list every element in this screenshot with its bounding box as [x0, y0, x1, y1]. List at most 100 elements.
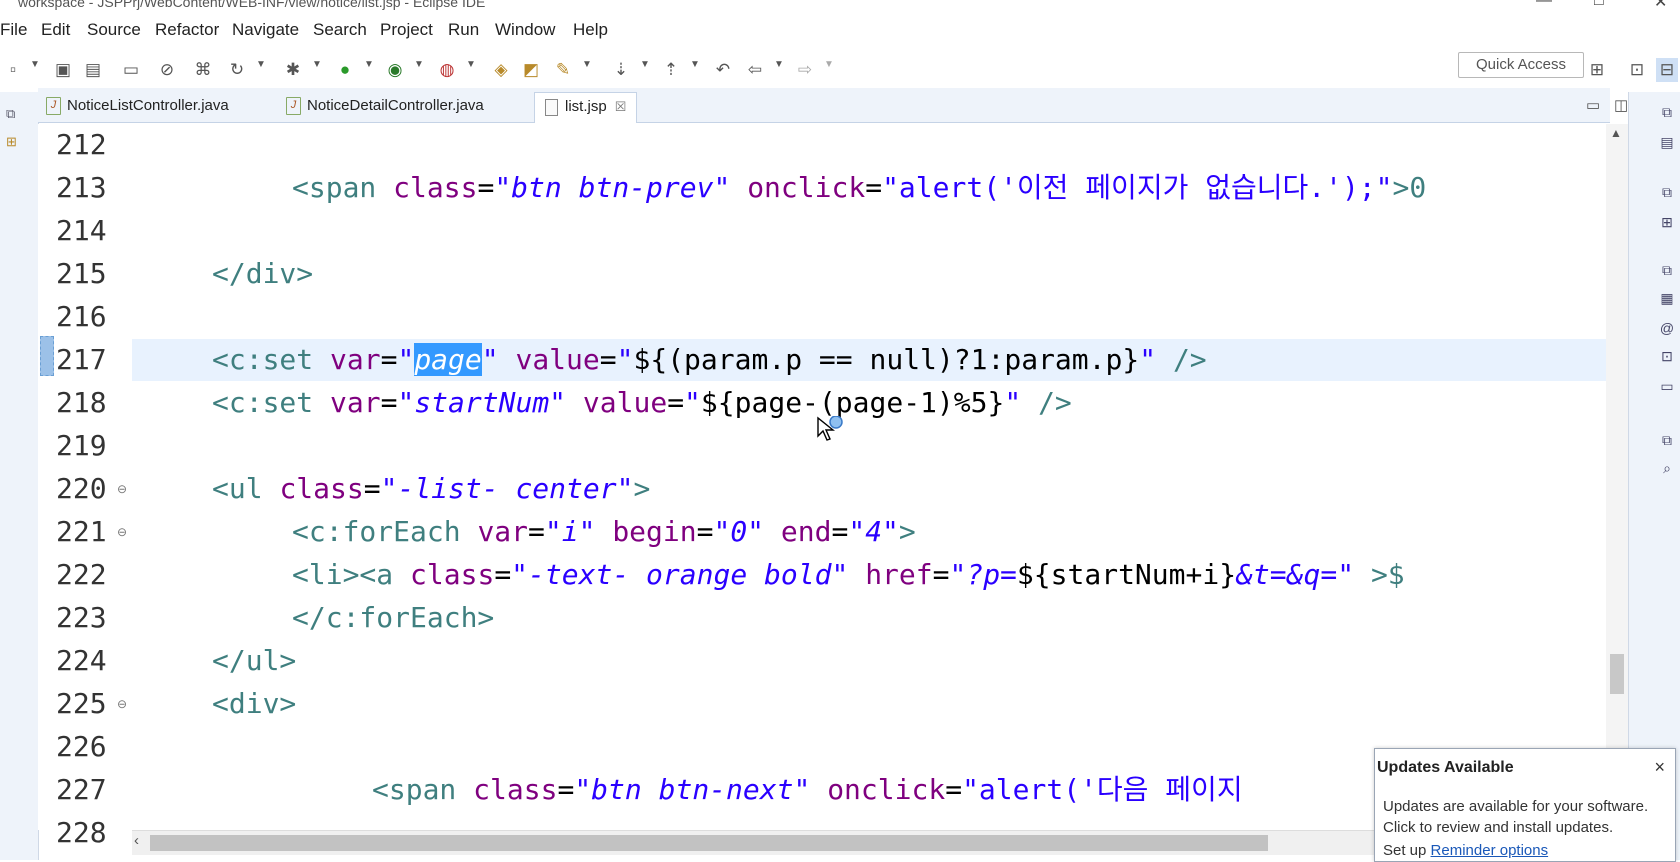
markers-icon[interactable]: ▦	[1658, 290, 1676, 308]
debug-icon[interactable]: ✱	[282, 58, 304, 82]
refresh-icon[interactable]: ↻	[226, 58, 248, 82]
open-type-icon[interactable]: ◈	[490, 58, 512, 82]
fold-toggle-icon[interactable]: ⊖	[117, 482, 127, 496]
terminal-icon[interactable]: ▭	[120, 58, 142, 82]
task-list-icon[interactable]: ▤	[1658, 134, 1676, 152]
chevron-down-icon[interactable]: ▼	[466, 59, 476, 70]
menu-search[interactable]: Search	[313, 20, 367, 40]
editor-tab-bar: J NoticeListController.java J NoticeDetail…	[38, 88, 1610, 123]
menu-window[interactable]: Window	[495, 20, 555, 40]
notification-body[interactable]: Updates are available for your software.…	[1383, 796, 1669, 838]
search-view-icon[interactable]: ⌕	[1658, 460, 1676, 478]
new-icon[interactable]: ▫	[2, 58, 24, 82]
previous-annotation-icon[interactable]: ⇡	[660, 58, 682, 82]
console-icon[interactable]: ▭	[1658, 378, 1676, 396]
menu-file[interactable]: File	[0, 20, 27, 40]
line-number: 214	[56, 214, 107, 247]
forward-icon[interactable]: ⇨	[794, 58, 816, 82]
save-icon[interactable]: ▣	[52, 58, 74, 82]
vertical-scroll-thumb[interactable]	[1610, 654, 1624, 694]
restore-icon[interactable]: ⧉	[1658, 104, 1676, 122]
minimize-icon[interactable]: —	[1536, 0, 1552, 10]
code-line-213: <span class="btn btn-prev" onclick="aler…	[292, 171, 1427, 204]
main-toolbar: ▫ ▼ ▣ ▤ ▭ ⊘ ⌘ ↻ ▼ ✱ ▼ ● ▼ ◉ ▼ ◍ ▼ ◈ ◩ ✎ ▼ ⇣ ▼ ⇡ ▼…	[0, 50, 1680, 92]
menu-source[interactable]: Source	[87, 20, 141, 40]
java-perspective-icon[interactable]: ⊟	[1656, 58, 1678, 82]
tab-list-jsp[interactable]: list.jsp ☒	[534, 92, 638, 123]
code-line-220: <ul class="-list- center">	[212, 472, 651, 505]
left-trim-bar: ⧉ ⊞	[0, 92, 39, 860]
horizontal-scroll-thumb[interactable]	[150, 835, 1268, 851]
maximize-icon[interactable]: □	[1594, 0, 1604, 10]
back-icon[interactable]: ⇦	[744, 58, 766, 82]
maximize-editor-icon[interactable]: ◫	[1614, 96, 1628, 114]
window-title: workspace - JSPPrj/WebContent/WEB-INF/vi…	[18, 0, 486, 10]
chevron-down-icon[interactable]: ▼	[824, 59, 834, 70]
chevron-down-icon[interactable]: ▼	[690, 59, 700, 70]
java-ee-perspective-icon[interactable]: ⊡	[1626, 58, 1648, 82]
restore-icon[interactable]: ⧉	[1658, 184, 1676, 202]
mouse-cursor-icon	[817, 416, 843, 441]
restore-icon[interactable]: ⧉	[6, 106, 15, 122]
open-perspective-icon[interactable]: ⊞	[1586, 58, 1608, 82]
scroll-up-icon[interactable]: ▲	[1610, 126, 1622, 140]
quick-access-input[interactable]: Quick Access	[1458, 52, 1584, 78]
project-explorer-icon[interactable]: ⊞	[6, 134, 17, 150]
line-number: 215	[56, 257, 107, 290]
coverage-icon[interactable]: ◉	[384, 58, 406, 82]
menu-help[interactable]: Help	[573, 20, 608, 40]
open-folder-icon[interactable]: ◩	[520, 58, 542, 82]
line-number: 217	[56, 343, 107, 376]
menu-run[interactable]: Run	[448, 20, 479, 40]
code-line-224: </ul>	[212, 644, 297, 677]
code-editor[interactable]: <span class="btn btn-prev" onclick="aler…	[132, 124, 1606, 830]
chevron-down-icon[interactable]: ▼	[582, 59, 592, 70]
line-number: 226	[56, 730, 107, 763]
vertical-scrollbar[interactable]: ▲	[1606, 124, 1628, 830]
open-task-icon[interactable]: ✎	[552, 58, 574, 82]
build-icon[interactable]: ⌘	[192, 58, 214, 82]
restore-icon[interactable]: ⧉	[1658, 432, 1676, 450]
declaration-icon[interactable]: ⊡	[1658, 348, 1676, 366]
chevron-down-icon[interactable]: ▼	[640, 59, 650, 70]
tab-notice-detail-controller[interactable]: J NoticeDetailController.java	[278, 92, 492, 122]
menu-bar: File Edit Source Refactor Navigate Searc…	[0, 10, 1680, 50]
save-all-icon[interactable]: ▤	[82, 58, 104, 82]
reminder-options-link[interactable]: Reminder options	[1431, 842, 1549, 859]
chevron-down-icon[interactable]: ▼	[364, 59, 374, 70]
scroll-left-icon[interactable]: ‹	[134, 832, 139, 849]
code-line-222: <li><a class="-text- orange bold" href="…	[292, 558, 1405, 591]
line-number: 228	[56, 816, 107, 849]
minimize-editor-icon[interactable]: ▭	[1586, 96, 1600, 114]
close-icon[interactable]: ×	[1654, 757, 1665, 778]
menu-refactor[interactable]: Refactor	[155, 20, 219, 40]
next-annotation-icon[interactable]: ⇣	[610, 58, 632, 82]
tab-label: NoticeDetailController.java	[307, 97, 484, 114]
chevron-down-icon[interactable]: ▼	[30, 59, 40, 70]
code-line-227: <span class="btn btn-next" onclick="aler…	[372, 773, 1243, 806]
menu-project[interactable]: Project	[380, 20, 433, 40]
restore-icon[interactable]: ⧉	[1658, 262, 1676, 280]
menu-navigate[interactable]: Navigate	[232, 20, 299, 40]
fold-toggle-icon[interactable]: ⊖	[117, 525, 127, 539]
line-number: 227	[56, 773, 107, 806]
skip-breakpoints-icon[interactable]: ⊘	[156, 58, 178, 82]
line-number: 223	[56, 601, 107, 634]
line-number: 222	[56, 558, 107, 591]
line-number: 225	[56, 687, 107, 720]
chevron-down-icon[interactable]: ▼	[256, 59, 266, 70]
external-tools-icon[interactable]: ◍	[436, 58, 458, 82]
close-window-icon[interactable]: ✕	[1654, 0, 1667, 10]
run-icon[interactable]: ●	[334, 58, 356, 82]
last-edit-icon[interactable]: ↶	[712, 58, 734, 82]
chevron-down-icon[interactable]: ▼	[414, 59, 424, 70]
chevron-down-icon[interactable]: ▼	[312, 59, 322, 70]
tab-notice-list-controller[interactable]: J NoticeListController.java	[38, 92, 237, 122]
fold-toggle-icon[interactable]: ⊖	[117, 697, 127, 711]
javadoc-icon[interactable]: @	[1658, 320, 1676, 338]
chevron-down-icon[interactable]: ▼	[774, 59, 784, 70]
menu-edit[interactable]: Edit	[41, 20, 70, 40]
change-marker	[40, 336, 54, 376]
close-icon[interactable]: ☒	[615, 99, 627, 114]
outline-icon[interactable]: ⊞	[1658, 214, 1676, 232]
